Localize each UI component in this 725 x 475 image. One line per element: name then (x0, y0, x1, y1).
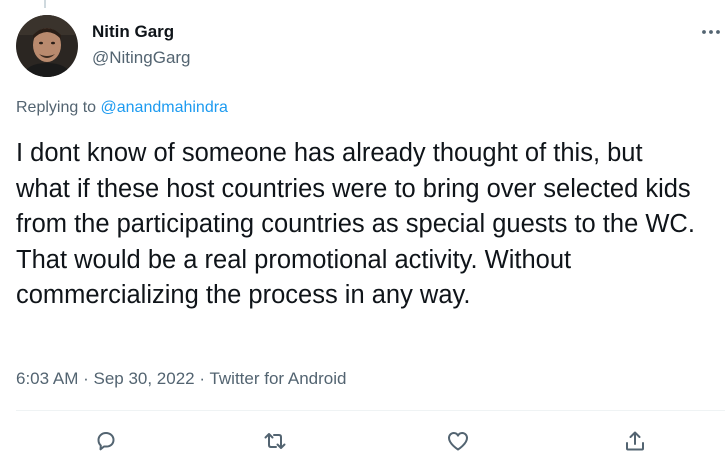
tweet: Nitin Garg @NitingGarg Replying to @anan… (0, 0, 725, 475)
replying-prefix: Replying to (16, 99, 101, 116)
replying-to: Replying to @anandmahindra (16, 99, 228, 117)
retweet-button[interactable] (258, 424, 292, 458)
action-bar (0, 424, 725, 458)
like-button[interactable] (441, 424, 475, 458)
tweet-source[interactable]: Twitter for Android (209, 369, 346, 388)
divider (16, 410, 725, 411)
avatar[interactable] (16, 15, 78, 77)
more-icon (702, 30, 720, 34)
more-options-button[interactable] (698, 22, 724, 42)
tweet-meta: 6:03 AM · Sep 30, 2022 · Twitter for And… (16, 369, 346, 389)
avatar-photo (16, 15, 78, 77)
share-button[interactable] (618, 424, 652, 458)
tweet-text: I dont know of someone has already thoug… (16, 139, 702, 309)
reply-icon (97, 432, 115, 451)
author-handle[interactable]: @NitingGarg (92, 48, 191, 68)
tweet-date[interactable]: Sep 30, 2022 (93, 369, 194, 388)
like-icon (448, 432, 468, 451)
mention-link[interactable]: @anandmahindra (101, 99, 228, 116)
share-icon (626, 431, 644, 451)
meta-separator-1: · (78, 369, 94, 388)
author-name[interactable]: Nitin Garg (92, 22, 174, 42)
reply-button[interactable] (89, 424, 123, 458)
retweet-icon (264, 433, 286, 449)
meta-separator-2: · (194, 369, 210, 388)
thread-line (44, 0, 46, 8)
tweet-time[interactable]: 6:03 AM (16, 369, 78, 388)
